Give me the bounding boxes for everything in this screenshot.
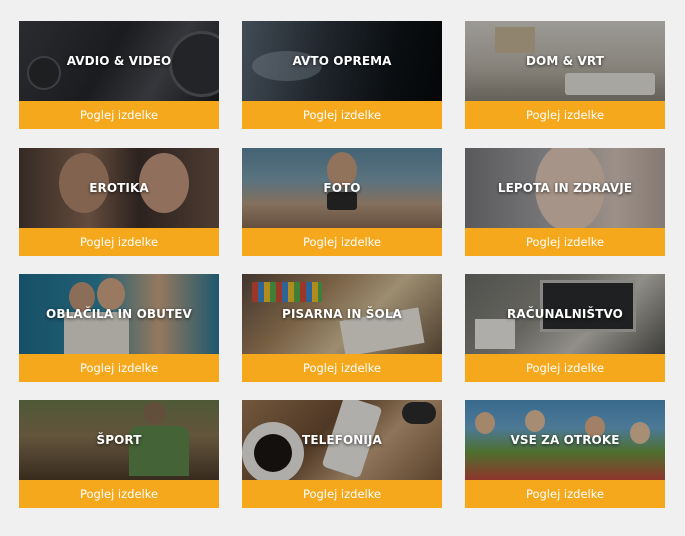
view-products-button[interactable]: Poglej izdelke — [19, 228, 219, 256]
category-title: ŠPORT — [96, 433, 142, 447]
category-title: OBLAČILA IN OBUTEV — [46, 307, 192, 321]
view-products-button[interactable]: Poglej izdelke — [465, 354, 665, 382]
category-title: PISARNA IN ŠOLA — [282, 307, 402, 321]
category-grid: AVDIO & VIDEO Poglej izdelke AVTO OPREMA… — [0, 0, 685, 536]
category-title: DOM & VRT — [526, 54, 604, 68]
category-title: LEPOTA IN ZDRAVJE — [497, 181, 633, 195]
category-title: TELEFONIJA — [302, 433, 382, 447]
category-title: FOTO — [323, 181, 361, 195]
view-products-button[interactable]: Poglej izdelke — [242, 480, 442, 508]
category-card-telefonija[interactable]: TELEFONIJA Poglej izdelke — [242, 400, 442, 508]
category-title: EROTIKA — [89, 181, 149, 195]
category-card-racunalnistvo[interactable]: RAČUNALNIŠTVO Poglej izdelke — [465, 274, 665, 382]
category-card-pisarna-in-sola[interactable]: PISARNA IN ŠOLA Poglej izdelke — [242, 274, 442, 382]
category-card-oblacila-in-obutev[interactable]: OBLAČILA IN OBUTEV Poglej izdelke — [19, 274, 219, 382]
category-card-sport[interactable]: ŠPORT Poglej izdelke — [19, 400, 219, 508]
view-products-button[interactable]: Poglej izdelke — [242, 354, 442, 382]
category-card-avdio-video[interactable]: AVDIO & VIDEO Poglej izdelke — [19, 21, 219, 129]
view-products-button[interactable]: Poglej izdelke — [19, 101, 219, 129]
view-products-button[interactable]: Poglej izdelke — [19, 480, 219, 508]
view-products-button[interactable]: Poglej izdelke — [465, 480, 665, 508]
category-card-lepota-in-zdravje[interactable]: LEPOTA IN ZDRAVJE Poglej izdelke — [465, 148, 665, 256]
category-card-avto-oprema[interactable]: AVTO OPREMA Poglej izdelke — [242, 21, 442, 129]
category-card-erotika[interactable]: EROTIKA Poglej izdelke — [19, 148, 219, 256]
category-card-vse-za-otroke[interactable]: VSE ZA OTROKE Poglej izdelke — [465, 400, 665, 508]
category-title: VSE ZA OTROKE — [510, 433, 620, 447]
view-products-button[interactable]: Poglej izdelke — [242, 228, 442, 256]
category-title: RAČUNALNIŠTVO — [507, 307, 623, 321]
category-card-foto[interactable]: FOTO Poglej izdelke — [242, 148, 442, 256]
view-products-button[interactable]: Poglej izdelke — [465, 101, 665, 129]
category-card-dom-vrt[interactable]: DOM & VRT Poglej izdelke — [465, 21, 665, 129]
view-products-button[interactable]: Poglej izdelke — [19, 354, 219, 382]
category-title: AVTO OPREMA — [292, 54, 392, 68]
view-products-button[interactable]: Poglej izdelke — [242, 101, 442, 129]
view-products-button[interactable]: Poglej izdelke — [465, 228, 665, 256]
category-title: AVDIO & VIDEO — [66, 54, 172, 68]
